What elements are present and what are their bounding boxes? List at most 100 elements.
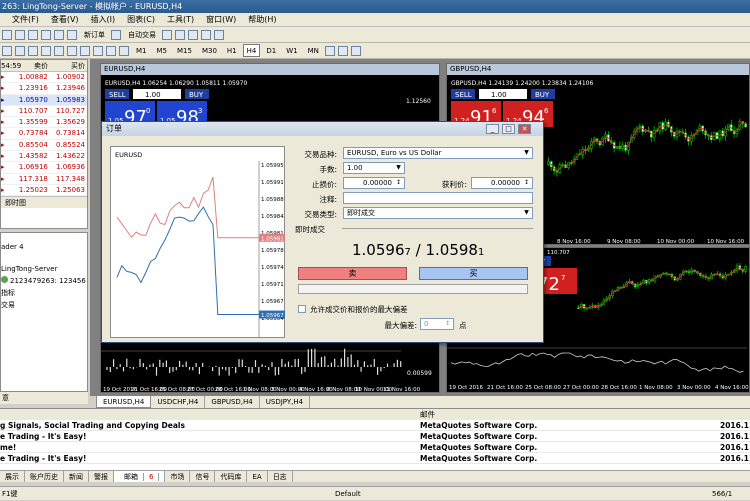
terminal-tab[interactable]: 信号 xyxy=(190,471,216,482)
tf-m15[interactable]: M15 xyxy=(173,44,196,57)
market-watch-row[interactable]: ▸ 110.707 110.727 xyxy=(1,106,87,118)
menu-help[interactable]: 帮助(H) xyxy=(248,14,276,25)
auto-trading-button[interactable]: 自动交易 xyxy=(124,28,160,41)
maximize-icon[interactable]: □ xyxy=(502,124,515,134)
nav-server[interactable]: LingTong-Server xyxy=(1,263,87,275)
tick-chart-tab[interactable]: 即时图 xyxy=(1,196,87,209)
zoom-out-icon[interactable] xyxy=(214,29,224,40)
menu-charts[interactable]: 图表(C) xyxy=(127,14,155,25)
close-icon[interactable]: ✕ xyxy=(518,124,531,134)
market-watch-row[interactable]: ▸ 117.318 117.348 xyxy=(1,174,87,185)
tf-mn[interactable]: MN xyxy=(304,44,323,57)
zoom-in-icon[interactable] xyxy=(201,29,211,40)
tf-d1[interactable]: D1 xyxy=(262,44,280,57)
nav-indicators[interactable]: 指标 xyxy=(1,287,87,299)
minimize-icon[interactable]: _ xyxy=(486,124,499,134)
terminal-tab[interactable]: 代码库 xyxy=(215,471,248,482)
volume-input[interactable]: 1.00 ▼ xyxy=(343,162,405,174)
terminal-tab[interactable]: 新闻 xyxy=(64,471,89,482)
terminal-tab[interactable]: 展示 xyxy=(0,471,25,482)
tf-h4[interactable]: H4 xyxy=(242,44,261,57)
col-subject[interactable] xyxy=(0,409,420,419)
col-ask-header[interactable]: 买价 xyxy=(50,60,87,71)
market-watch-row[interactable]: ▸ 1.25023 1.25063 xyxy=(1,185,87,197)
menu-window[interactable]: 窗口(W) xyxy=(206,14,236,25)
symbol-select[interactable]: EURUSD, Euro vs US Dollar ▼ xyxy=(343,147,533,159)
comment-input[interactable] xyxy=(343,192,533,204)
chart-tab-eurusd[interactable]: EURUSD,H4 xyxy=(96,396,152,408)
mail-row[interactable]: me! MetaQuotes Software Corp. 2016.11. xyxy=(0,442,750,453)
market-watch-row[interactable]: ▸ 0.73784 0.73814 xyxy=(1,128,87,140)
market-watch-row[interactable]: ▸ 0.85504 0.85524 xyxy=(1,140,87,152)
bar-chart-icon[interactable] xyxy=(162,29,172,40)
market-watch-row[interactable]: ▸ 1.00882 1.00902 xyxy=(1,72,87,84)
menu-tools[interactable]: 工具(T) xyxy=(167,14,194,25)
chart-tab-gbpusd[interactable]: GBPUSD,H4 xyxy=(205,396,260,408)
horizontal-line-icon[interactable] xyxy=(41,45,51,56)
cursor-icon[interactable] xyxy=(2,45,12,56)
tf-w1[interactable]: W1 xyxy=(282,44,301,57)
nav-platform[interactable]: ader 4 xyxy=(1,241,87,253)
deviation-checkbox[interactable] xyxy=(298,305,306,313)
templates-icon[interactable] xyxy=(324,45,335,56)
terminal-tab[interactable]: 邮箱 6 xyxy=(114,471,166,482)
col-from[interactable]: 邮件 xyxy=(420,409,720,419)
terminal-tab[interactable]: EA xyxy=(247,471,268,482)
terminal-icon[interactable] xyxy=(54,29,64,40)
market-watch-row[interactable]: ▸ 1.35599 1.35629 xyxy=(1,117,87,129)
stepper-icon[interactable]: ↕ xyxy=(522,179,531,187)
label-icon[interactable] xyxy=(106,45,116,56)
price-axis-label: 1.12560 xyxy=(406,98,431,105)
menu-insert[interactable]: 插入(I) xyxy=(91,14,116,25)
vertical-line-icon[interactable] xyxy=(28,45,38,56)
sell-button[interactable]: 卖 xyxy=(298,267,407,280)
indicators-icon[interactable] xyxy=(350,45,361,56)
market-watch-row[interactable]: ▸ 1.05970 1.05983 xyxy=(1,94,87,106)
tf-m1[interactable]: M1 xyxy=(132,44,151,57)
candle-chart-icon[interactable] xyxy=(175,29,185,40)
line-chart-icon[interactable] xyxy=(188,29,198,40)
new-order-button[interactable]: 新订单 xyxy=(80,28,109,41)
terminal-tab[interactable]: 市场 xyxy=(165,471,191,482)
stop-loss-input[interactable]: 0.00000 ↕ xyxy=(343,177,405,189)
chart-tab-usdjpy[interactable]: USDJPY,H4 xyxy=(260,396,311,408)
text-icon[interactable] xyxy=(93,45,103,56)
nav-account[interactable]: 2123479263: 123456 xyxy=(1,275,87,287)
market-watch-row[interactable]: ▸ 1.06916 1.06936 xyxy=(1,162,87,174)
mail-row[interactable]: e Trading - It's Easy! MetaQuotes Softwar… xyxy=(0,431,750,442)
market-watch-row[interactable]: ▸ 1.43582 1.43622 xyxy=(1,151,87,163)
buy-button[interactable]: 买 xyxy=(419,267,528,280)
market-watch-row[interactable]: ▸ 1.23916 1.23946 xyxy=(1,83,87,95)
fibonacci-icon[interactable] xyxy=(80,45,90,56)
nav-trading[interactable]: 交易 xyxy=(1,299,87,311)
nav-tab-common[interactable]: 意 xyxy=(0,392,88,404)
terminal-tab[interactable]: 日志 xyxy=(268,471,293,482)
stepper-icon[interactable]: ↕ xyxy=(394,179,403,187)
tf-h1[interactable]: H1 xyxy=(223,44,241,57)
arrow-icon[interactable] xyxy=(119,45,129,56)
order-type-select[interactable]: 即时成交 ▼ xyxy=(343,207,533,219)
mail-row[interactable]: e Trading - It's Easy! MetaQuotes Softwar… xyxy=(0,453,750,464)
periods-icon[interactable] xyxy=(337,45,348,56)
chart-tab-usdchf[interactable]: USDCHF,H4 xyxy=(151,396,206,408)
trendline-icon[interactable] xyxy=(54,45,64,56)
profiles-icon[interactable] xyxy=(15,29,25,40)
tf-m5[interactable]: M5 xyxy=(153,44,172,57)
new-chart-icon[interactable] xyxy=(2,29,12,40)
take-profit-input[interactable]: 0.00000 ↕ xyxy=(471,177,533,189)
col-bid-header[interactable]: 卖价 xyxy=(13,60,50,71)
meta-editor-icon[interactable] xyxy=(111,29,121,40)
mail-row[interactable]: g Signals, Social Trading and Copying De… xyxy=(0,420,750,431)
terminal-tab[interactable]: 警报 xyxy=(89,471,114,482)
menu-file[interactable]: 文件(F) xyxy=(12,14,39,25)
menu-view[interactable]: 查看(V) xyxy=(51,14,79,25)
market-watch-icon[interactable] xyxy=(28,29,38,40)
deviation-input[interactable]: 0 ↕ xyxy=(420,318,454,330)
terminal-tab[interactable]: 账户历史 xyxy=(25,471,64,482)
tester-icon[interactable] xyxy=(67,29,77,40)
crosshair-icon[interactable] xyxy=(15,45,25,56)
tf-m30[interactable]: M30 xyxy=(198,44,221,57)
stepper-icon[interactable]: ↕ xyxy=(443,320,452,328)
channel-icon[interactable] xyxy=(67,45,77,56)
navigator-icon[interactable] xyxy=(41,29,51,40)
